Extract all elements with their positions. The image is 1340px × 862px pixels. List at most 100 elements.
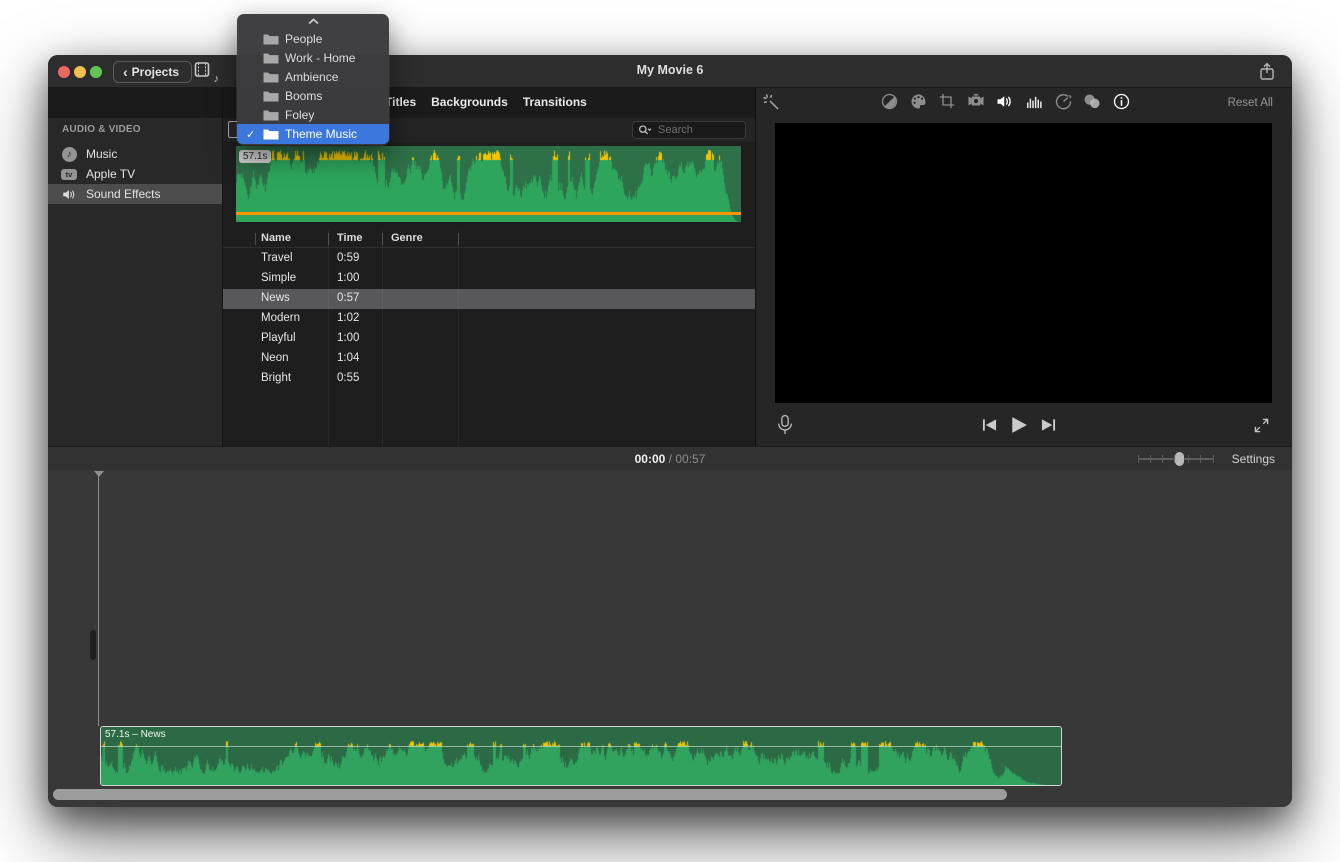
- table-header: Name Time Genre: [223, 230, 755, 248]
- search-input[interactable]: [656, 123, 736, 137]
- tab-transitions[interactable]: Transitions: [523, 95, 587, 109]
- clip-waveform: [101, 727, 1061, 785]
- sidebar-item-music[interactable]: ♪ Music: [48, 144, 222, 164]
- crop-button[interactable]: [938, 92, 956, 110]
- time-display: 00:00 / 00:57: [48, 452, 1292, 466]
- share-icon: [1258, 62, 1276, 81]
- speed-button[interactable]: [1054, 92, 1072, 110]
- volume-icon: [996, 94, 1014, 109]
- popup-item-work-home[interactable]: Work - Home: [237, 48, 389, 67]
- color-correction-icon: [910, 93, 927, 110]
- popup-item-theme-music[interactable]: ✓ Theme Music: [237, 124, 389, 144]
- tab-titles[interactable]: Titles: [385, 95, 416, 109]
- total-time: 00:57: [675, 452, 705, 466]
- sidebar-item-label: Apple TV: [86, 167, 135, 181]
- color-balance-button[interactable]: [880, 92, 898, 110]
- enhance-button[interactable]: [762, 93, 786, 117]
- popup-item-people[interactable]: People: [237, 29, 389, 48]
- column-name[interactable]: Name: [261, 232, 291, 244]
- stabilization-button[interactable]: [967, 92, 985, 110]
- table-row-travel[interactable]: Travel 0:59: [223, 249, 755, 269]
- transport-controls: [982, 416, 1056, 434]
- zoom-slider-thumb[interactable]: [1175, 452, 1184, 466]
- sidebar-item-apple-tv[interactable]: tv Apple TV: [48, 164, 222, 184]
- color-correction-button[interactable]: [909, 92, 927, 110]
- table-row-news[interactable]: News 0:57: [223, 289, 755, 309]
- media-tabs: Titles Backgrounds Transitions: [385, 95, 587, 109]
- camera-icon: [967, 93, 985, 109]
- preview-waveform: [236, 146, 741, 222]
- sidebar: AUDIO & VIDEO ♪ Music tv Apple TV Sound …: [48, 118, 222, 446]
- checkmark-icon: ✓: [246, 128, 263, 141]
- sidebar-header: AUDIO & VIDEO: [62, 124, 141, 135]
- sidebar-item-sound-effects[interactable]: Sound Effects: [48, 184, 222, 204]
- timeline-zoom-slider[interactable]: [1138, 451, 1214, 467]
- window-title: My Movie 6: [48, 63, 1292, 77]
- table-body: Travel 0:59 Simple 1:00 News 0:57 Modern…: [223, 249, 755, 389]
- overlapping-circles-icon: [1083, 93, 1101, 110]
- volume-button[interactable]: [996, 92, 1014, 110]
- folder-icon: [263, 128, 279, 140]
- viewer-screen[interactable]: [775, 123, 1272, 403]
- preview-duration-badge: 57.1s: [239, 150, 271, 163]
- microphone-icon: [776, 414, 794, 436]
- table-row-bright[interactable]: Bright 0:55: [223, 369, 755, 389]
- share-button[interactable]: [1258, 62, 1278, 82]
- settings-button[interactable]: Settings: [1232, 452, 1275, 466]
- column-genre[interactable]: Genre: [391, 232, 423, 244]
- search-field[interactable]: [632, 121, 746, 139]
- crop-icon: [939, 93, 955, 109]
- info-icon: [1113, 93, 1130, 110]
- viewer-panel: Reset All: [756, 88, 1292, 446]
- clip-volume-line[interactable]: [101, 746, 1061, 747]
- audio-preview[interactable]: 57.1s: [236, 146, 741, 222]
- popup-item-foley[interactable]: Foley: [237, 105, 389, 124]
- play-button[interactable]: [1010, 416, 1028, 434]
- category-popup-menu: People Work - Home Ambience Booms Foley …: [237, 14, 389, 145]
- timeline-marker: [90, 630, 96, 660]
- skip-back-button[interactable]: [982, 418, 997, 432]
- folder-icon: [263, 52, 279, 64]
- speedometer-icon: [1055, 93, 1072, 110]
- tab-backgrounds[interactable]: Backgrounds: [431, 95, 508, 109]
- skip-forward-button[interactable]: [1041, 418, 1056, 432]
- color-balance-icon: [881, 93, 898, 110]
- playhead-line: [98, 476, 99, 726]
- popup-item-ambience[interactable]: Ambience: [237, 67, 389, 86]
- preview-volume-line[interactable]: [236, 212, 741, 215]
- timeline[interactable]: 57.1s – News: [48, 470, 1292, 807]
- music-icon: ♪: [61, 146, 77, 162]
- viewer-toolbar: [880, 92, 1130, 110]
- media-browser: 57.1s Name Time Genre Travel 0:59 Simple…: [223, 118, 755, 446]
- table-row-modern[interactable]: Modern 1:02: [223, 309, 755, 329]
- folder-icon: [263, 71, 279, 83]
- sidebar-item-label: Music: [86, 147, 117, 161]
- speaker-icon: [61, 186, 77, 202]
- table-row-simple[interactable]: Simple 1:00: [223, 269, 755, 289]
- color-filter-button[interactable]: [1083, 92, 1101, 110]
- imovie-window: ‹ Projects ♪ My Movie 6 Titles Backgroun…: [48, 55, 1292, 807]
- info-button[interactable]: [1112, 92, 1130, 110]
- playhead-handle[interactable]: [94, 471, 104, 477]
- equalizer-bars-icon: [1026, 94, 1043, 109]
- timeline-toolbar: 00:00 / 00:57 Settings: [48, 446, 1292, 470]
- popup-scroll-up-icon[interactable]: [237, 14, 389, 29]
- popup-item-booms[interactable]: Booms: [237, 86, 389, 105]
- column-time[interactable]: Time: [337, 232, 362, 244]
- fullscreen-button[interactable]: [1254, 418, 1270, 434]
- reset-all-button[interactable]: Reset All: [1228, 97, 1273, 109]
- noise-reduction-button[interactable]: [1025, 92, 1043, 110]
- horizontal-scrollbar[interactable]: [53, 789, 1007, 800]
- expand-arrows-icon: [1254, 418, 1269, 433]
- magic-wand-icon: [762, 93, 782, 113]
- current-time: 00:00: [635, 452, 666, 466]
- folder-icon: [263, 90, 279, 102]
- audio-clip[interactable]: 57.1s – News: [100, 726, 1062, 786]
- table-row-neon[interactable]: Neon 1:04: [223, 349, 755, 369]
- folder-icon: [263, 33, 279, 45]
- search-icon: [638, 124, 652, 136]
- folder-icon: [263, 109, 279, 121]
- record-voiceover-button[interactable]: [776, 414, 796, 438]
- clip-label: 57.1s – News: [105, 729, 166, 740]
- table-row-playful[interactable]: Playful 1:00: [223, 329, 755, 349]
